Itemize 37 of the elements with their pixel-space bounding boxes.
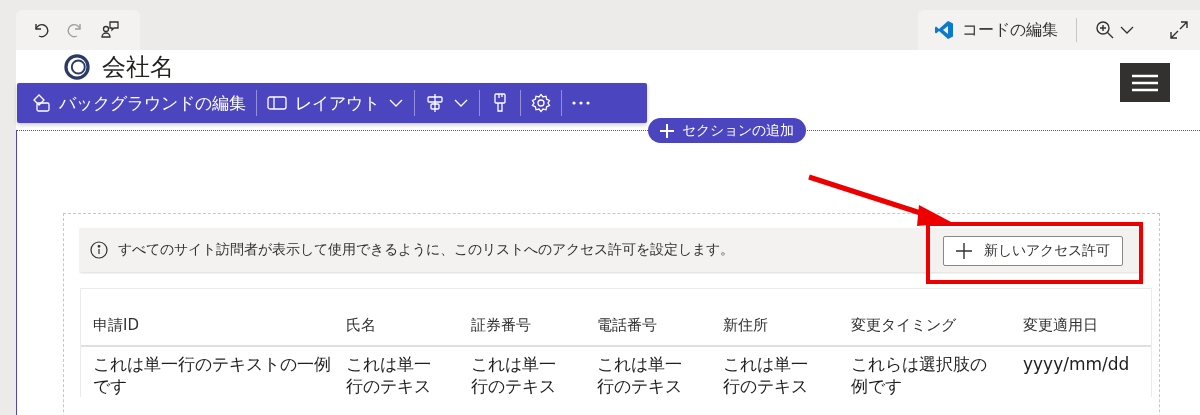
edit-background-button[interactable]: バックグラウンドの編集 — [25, 87, 252, 119]
new-access-button[interactable]: 新しいアクセス許可 — [943, 235, 1123, 266]
info-icon — [90, 241, 108, 259]
company-name: 会社名 — [102, 54, 174, 80]
column-header[interactable]: 新住所 — [711, 315, 839, 335]
column-header[interactable]: 証券番号 — [459, 315, 585, 335]
paint-bucket-icon — [31, 93, 51, 113]
table-cell-text: これは単一行のテキス — [723, 353, 809, 397]
zoom-in-icon — [1095, 20, 1115, 40]
plus-icon — [660, 123, 674, 138]
person-speech-icon — [100, 20, 120, 40]
table-cell-text: これは単一行のテキス — [346, 353, 432, 397]
menu-button[interactable] — [1120, 63, 1170, 102]
redo-icon — [66, 21, 84, 39]
table-cell-text: これらは選択肢の例です — [851, 353, 988, 397]
column-header[interactable]: 氏名 — [334, 315, 459, 335]
column-header[interactable]: 申請ID — [81, 315, 334, 335]
more-icon — [572, 101, 590, 105]
code-editor-icon — [934, 20, 954, 40]
table-cell-text: これは単一行のテキストの一例です — [93, 353, 332, 397]
logo-icon — [64, 54, 90, 80]
info-message: すべてのサイト訪問者が表示して使用できるように、このリストへのアクセス許可を設定します。 — [118, 241, 734, 259]
add-section-button[interactable]: セクションの追加 — [648, 118, 806, 143]
undo-icon — [32, 21, 50, 39]
column-header[interactable]: 変更適用日 — [1011, 315, 1151, 335]
table-cell-text: これは単一行のテキス — [597, 353, 683, 397]
table-cell: yyyy/mm/dd — [1023, 353, 1130, 375]
column-header[interactable]: 変更タイミング — [839, 315, 1011, 335]
align-icon — [425, 93, 445, 113]
menu-icon — [1132, 72, 1158, 93]
expand-icon — [1169, 20, 1189, 40]
table-cell-text: これは単一行のテキス — [471, 353, 557, 397]
settings-icon — [531, 93, 551, 113]
layout-button[interactable]: レイアウト — [261, 87, 410, 119]
columns-icon — [267, 95, 287, 111]
column-header[interactable]: 電話番号 — [585, 315, 711, 335]
plus-icon — [956, 242, 972, 259]
